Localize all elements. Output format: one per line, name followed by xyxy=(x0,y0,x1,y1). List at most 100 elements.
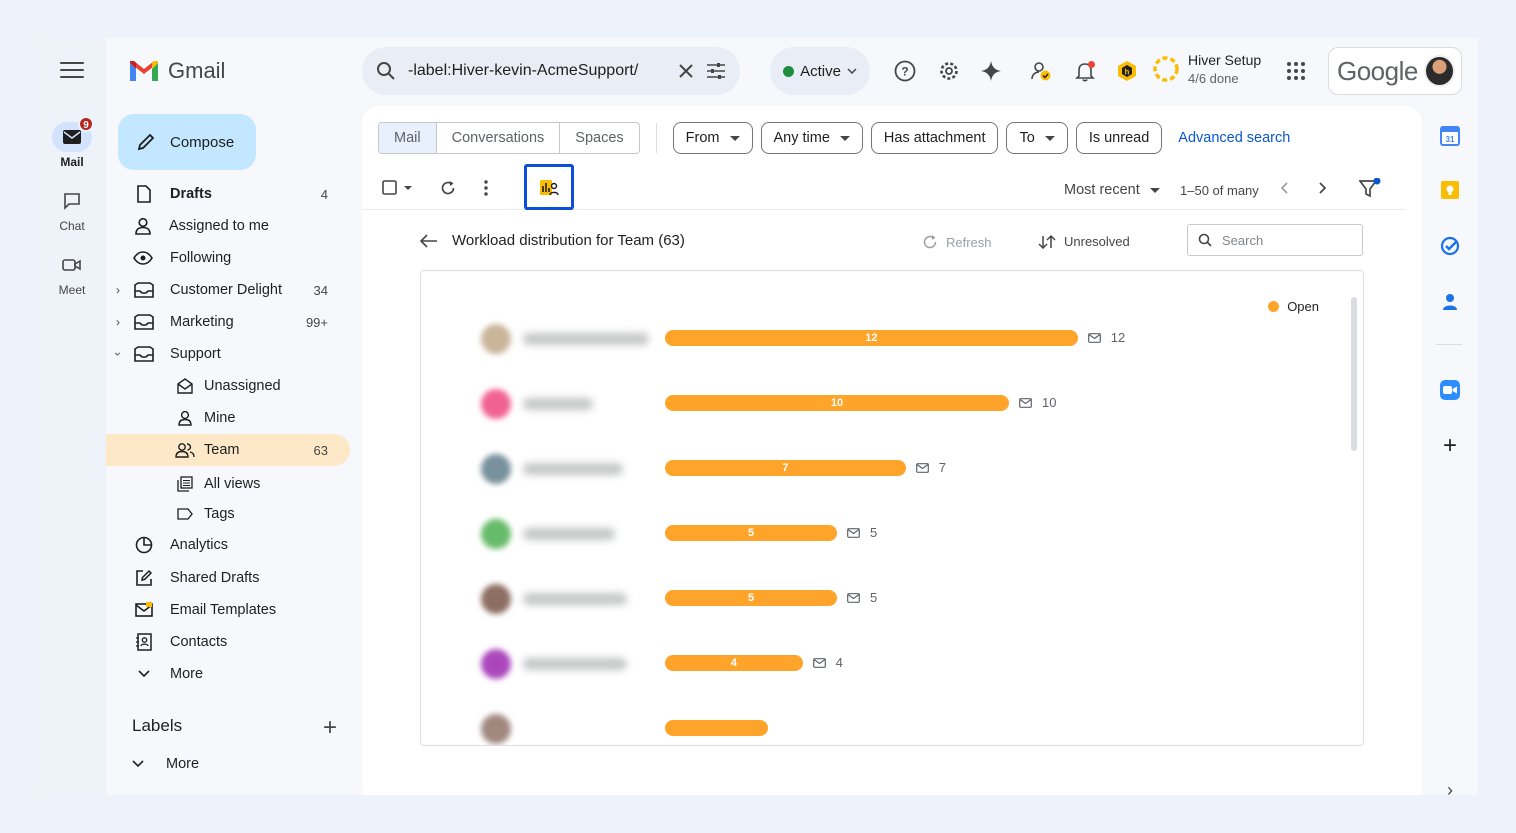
refresh-icon[interactable] xyxy=(436,174,460,202)
mail-icon xyxy=(847,527,860,538)
status-button[interactable]: Active xyxy=(770,47,870,95)
back-arrow-icon[interactable] xyxy=(420,233,438,248)
status-sort-toggle[interactable]: Unresolved xyxy=(1038,234,1130,249)
mail-icon xyxy=(847,592,860,603)
google-apps-grid-icon[interactable] xyxy=(1283,58,1309,84)
mail-search-bar[interactable]: -label:Hiver-kevin-AcmeSupport/ xyxy=(362,47,740,95)
nav-analytics[interactable]: Analytics xyxy=(106,529,350,561)
compose-button[interactable]: Compose xyxy=(118,114,256,170)
rail-meet[interactable]: Meet xyxy=(38,250,106,297)
open-count-bar xyxy=(665,720,768,736)
sort-dropdown[interactable]: Most recent xyxy=(1064,182,1160,198)
rail-mail[interactable]: 9 Mail xyxy=(38,116,106,169)
expand-panel-chevron-icon[interactable]: › xyxy=(1440,780,1460,795)
assignee-avatar xyxy=(481,519,511,549)
svg-text:h: h xyxy=(1125,68,1130,77)
add-addon-icon[interactable]: + xyxy=(1440,434,1460,458)
open-count-bar[interactable]: 5 xyxy=(665,525,837,541)
nav-shared-drafts[interactable]: Shared Drafts xyxy=(106,562,350,594)
nav-email-templates[interactable]: Email Templates xyxy=(106,594,350,626)
search-options-icon[interactable] xyxy=(706,62,726,80)
open-count-bar[interactable]: 7 xyxy=(665,460,906,476)
contacts-person-icon[interactable] xyxy=(1440,292,1460,312)
workload-refresh-button[interactable]: Refresh xyxy=(922,234,992,250)
is-unread-chip[interactable]: Is unread xyxy=(1075,122,1163,154)
open-count-bar[interactable]: 5 xyxy=(665,590,837,606)
tab-conversations[interactable]: Conversations xyxy=(435,123,560,153)
tab-mail[interactable]: Mail xyxy=(379,123,436,153)
open-count-bar[interactable]: 4 xyxy=(665,655,803,671)
workload-row[interactable]: 10 10 xyxy=(421,384,1321,424)
workload-row[interactable]: 44 xyxy=(421,644,1321,684)
workload-row[interactable]: 55 xyxy=(421,579,1321,619)
workload-row[interactable]: 77 xyxy=(421,449,1321,489)
has-attachment-label: Has attachment xyxy=(883,130,986,146)
chevron-right-icon[interactable]: › xyxy=(116,315,120,329)
rail-chat[interactable]: Chat xyxy=(38,186,106,233)
search-input[interactable]: -label:Hiver-kevin-AcmeSupport/ xyxy=(408,62,666,80)
nav-support[interactable]: › Support xyxy=(106,338,350,370)
chevron-right-icon[interactable]: › xyxy=(116,283,120,297)
nav-mine[interactable]: Mine xyxy=(106,402,350,434)
from-filter-chip[interactable]: From xyxy=(672,122,753,154)
labels-more[interactable]: More xyxy=(132,756,199,772)
nav-unassigned[interactable]: Unassigned xyxy=(106,370,350,402)
clear-search-icon[interactable] xyxy=(678,63,694,79)
to-filter-chip[interactable]: To xyxy=(1006,122,1068,154)
nav-drafts[interactable]: Drafts 4 xyxy=(106,178,350,210)
chart-scrollbar[interactable] xyxy=(1351,297,1357,451)
open-count-bar[interactable]: 12 xyxy=(665,330,1078,346)
nav-customer-delight[interactable]: › Customer Delight 34 xyxy=(106,274,350,306)
nav-customer-delight-count: 34 xyxy=(313,282,328,298)
open-count-bar[interactable]: 10 xyxy=(665,395,1009,411)
chevron-down-icon[interactable]: › xyxy=(111,352,125,356)
search-icon[interactable] xyxy=(376,61,396,81)
mail-unread-badge: 9 xyxy=(78,116,94,132)
notifications-bell-icon[interactable] xyxy=(1072,58,1098,84)
has-attachment-chip[interactable]: Has attachment xyxy=(870,122,999,154)
mail-icon xyxy=(915,462,929,473)
keep-notes-icon[interactable] xyxy=(1440,180,1460,200)
workload-title: Workload distribution for Team (63) xyxy=(452,232,685,249)
any-time-filter-chip[interactable]: Any time xyxy=(760,122,863,154)
nav-following[interactable]: Following xyxy=(106,242,350,274)
rail-meet-label: Meet xyxy=(58,283,86,297)
nav-tags[interactable]: Tags xyxy=(106,498,350,530)
nav-shared-drafts-label: Shared Drafts xyxy=(170,570,260,586)
nav-contacts[interactable]: Contacts xyxy=(106,626,350,658)
hiver-assign-icon[interactable] xyxy=(1028,58,1054,84)
main-menu-icon[interactable] xyxy=(60,62,84,80)
filter-funnel-icon[interactable] xyxy=(1358,174,1382,202)
chat-icon xyxy=(64,193,80,210)
zoom-app-icon[interactable] xyxy=(1440,380,1460,400)
account-avatar[interactable] xyxy=(1423,55,1455,87)
hiver-setup-progress[interactable]: Hiver Setup 4/6 done xyxy=(1152,52,1261,86)
nav-all-views[interactable]: All views xyxy=(106,468,350,500)
chevron-down-icon xyxy=(134,664,154,684)
tasks-icon[interactable] xyxy=(1440,236,1460,256)
google-account-button[interactable]: Google xyxy=(1328,47,1462,95)
nav-assigned-to-me[interactable]: Assigned to me xyxy=(106,210,350,242)
nav-marketing[interactable]: › Marketing 99+ xyxy=(106,306,350,338)
select-all-checkbox[interactable] xyxy=(378,174,418,202)
add-label-icon[interactable]: + xyxy=(323,714,337,742)
tab-spaces[interactable]: Spaces xyxy=(559,123,638,153)
gmail-logo[interactable]: Gmail xyxy=(128,58,225,84)
hiver-logo-icon[interactable]: h xyxy=(1114,58,1140,84)
workload-search-input[interactable]: Search xyxy=(1187,224,1363,256)
workload-row[interactable]: 12 12 xyxy=(421,319,1321,359)
shared-inbox-icon xyxy=(134,280,154,300)
advanced-search-link[interactable]: Advanced search xyxy=(1178,130,1290,146)
hiver-workload-button[interactable] xyxy=(524,164,574,210)
workload-row[interactable]: 55 xyxy=(421,514,1321,554)
settings-gear-icon[interactable] xyxy=(936,58,962,84)
video-icon xyxy=(62,259,81,271)
previous-page-icon[interactable] xyxy=(1274,174,1294,202)
next-page-icon[interactable] xyxy=(1313,174,1333,202)
nav-team[interactable]: Team 63 xyxy=(106,434,350,466)
gemini-sparkle-icon[interactable] xyxy=(978,58,1004,84)
nav-more[interactable]: More xyxy=(106,658,350,690)
more-options-icon[interactable] xyxy=(476,174,496,202)
help-icon[interactable]: ? xyxy=(892,58,918,84)
calendar-icon[interactable]: 31 xyxy=(1440,126,1460,146)
